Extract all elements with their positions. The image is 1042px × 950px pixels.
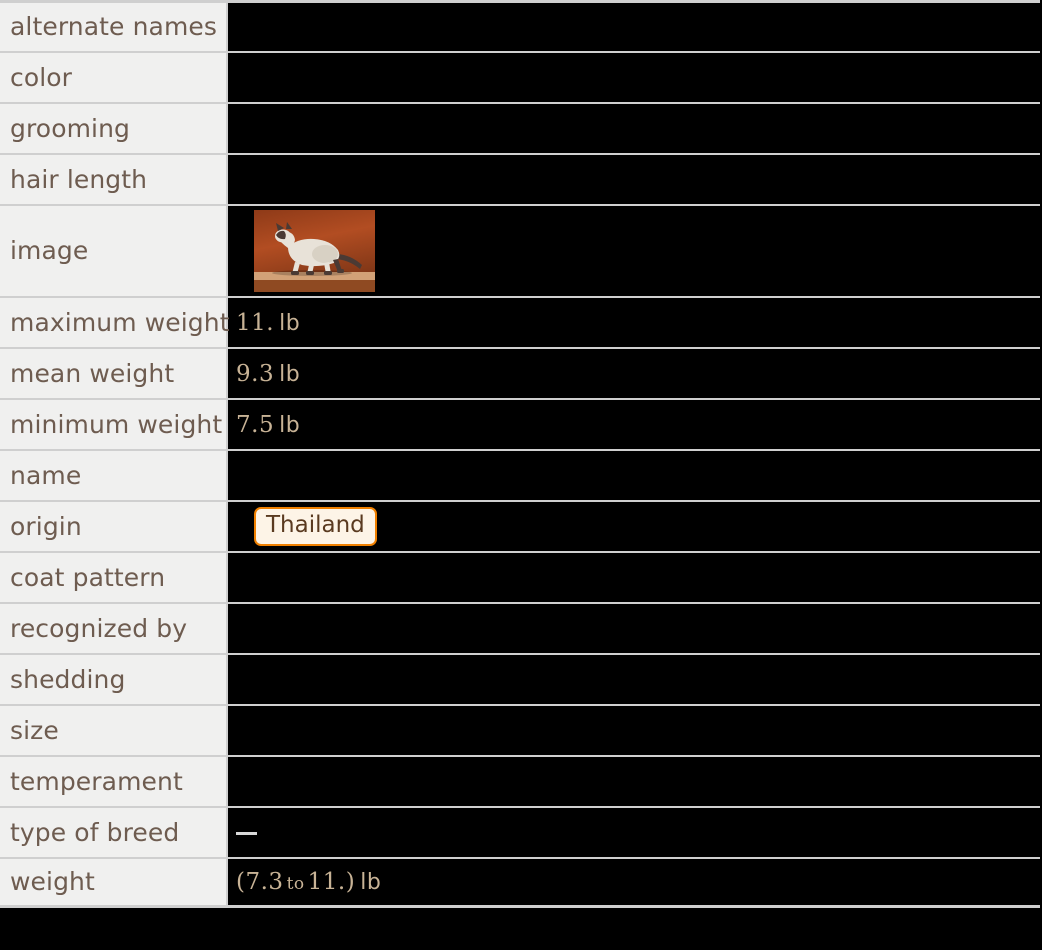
table-row: size [0,704,1040,755]
range-close-paren: ) [345,869,356,895]
property-label-weight: weight [0,857,228,908]
table-row: maximum weight 11. lb [0,296,1040,347]
property-label-alternate-names: alternate names [0,0,228,51]
table-row: shedding [0,653,1040,704]
property-value-shedding [228,653,1040,704]
property-value-size [228,704,1040,755]
cat-photo [254,210,375,292]
property-value-maximum-weight: 11. lb [228,296,1040,347]
quantity-number: 7.5 [236,411,275,438]
table-row: hair length [0,153,1040,204]
table-row: alternate names [0,0,1040,51]
table-row: grooming [0,102,1040,153]
property-value-hair-length [228,153,1040,204]
property-value-alternate-names [228,0,1040,51]
property-label-name: name [0,449,228,500]
property-label-size: size [0,704,228,755]
origin-badge[interactable]: Thailand [254,507,377,546]
property-label-maximum-weight: maximum weight [0,296,230,347]
table-row: type of breed [0,806,1040,857]
table-row: image [0,204,1040,296]
quantity-unit: lb [279,412,301,438]
property-label-origin: origin [0,500,228,551]
quantity-unit: lb [279,361,301,387]
range-low: 7.3 [245,869,284,895]
range-high: 11. [307,869,346,895]
property-label-type-of-breed: type of breed [0,806,228,857]
property-value-minimum-weight: 7.5 lb [228,398,1040,449]
quantity-number: 11. [236,309,275,336]
property-value-color [228,51,1040,102]
table-row: name [0,449,1040,500]
table-row: mean weight 9.3 lb [0,347,1040,398]
property-value-origin: Thailand [228,500,1040,551]
property-label-image: image [0,204,228,296]
quantity-unit: lb [360,870,382,895]
table-row: recognized by [0,602,1040,653]
property-label-recognized-by: recognized by [0,602,228,653]
table-row: coat pattern [0,551,1040,602]
property-label-grooming: grooming [0,102,228,153]
property-label-color: color [0,51,228,102]
property-label-temperament: temperament [0,755,228,806]
table-row: minimum weight 7.5 lb [0,398,1040,449]
em-dash-placeholder-icon [236,832,257,835]
quantity-value: 7.5 lb [236,412,300,438]
property-value-type-of-breed [228,806,1040,857]
quantity-number: 9.3 [236,360,275,387]
property-value-temperament [228,755,1040,806]
table-row: temperament [0,755,1040,806]
property-label-hair-length: hair length [0,153,228,204]
table-row: weight (7.3 to 11.) lb [0,857,1040,908]
property-value-coat-pattern [228,551,1040,602]
property-label-coat-pattern: coat pattern [0,551,228,602]
property-table-body: alternate names color grooming hair length i… [0,0,1040,908]
property-label-mean-weight: mean weight [0,347,228,398]
table-row: origin Thailand [0,500,1040,551]
table-row: color [0,51,1040,102]
cat-photo-thumbnail[interactable] [254,210,375,292]
property-value-mean-weight: 9.3 lb [228,347,1040,398]
quantity-range-value: (7.3 to 11.) lb [236,869,381,895]
quantity-unit: lb [279,310,301,336]
property-value-image [228,204,1040,296]
range-to-word: to [286,874,305,894]
property-value-grooming [228,102,1040,153]
property-label-shedding: shedding [0,653,228,704]
property-value-weight: (7.3 to 11.) lb [228,857,1040,908]
property-label-minimum-weight: minimum weight [0,398,228,449]
quantity-value: 11. lb [236,310,300,336]
property-value-name [228,449,1040,500]
property-value-recognized-by [228,602,1040,653]
property-table: alternate names color grooming hair length i… [0,0,1040,908]
page-root: alternate names color grooming hair length i… [0,0,1042,950]
quantity-value: 9.3 lb [236,361,300,387]
